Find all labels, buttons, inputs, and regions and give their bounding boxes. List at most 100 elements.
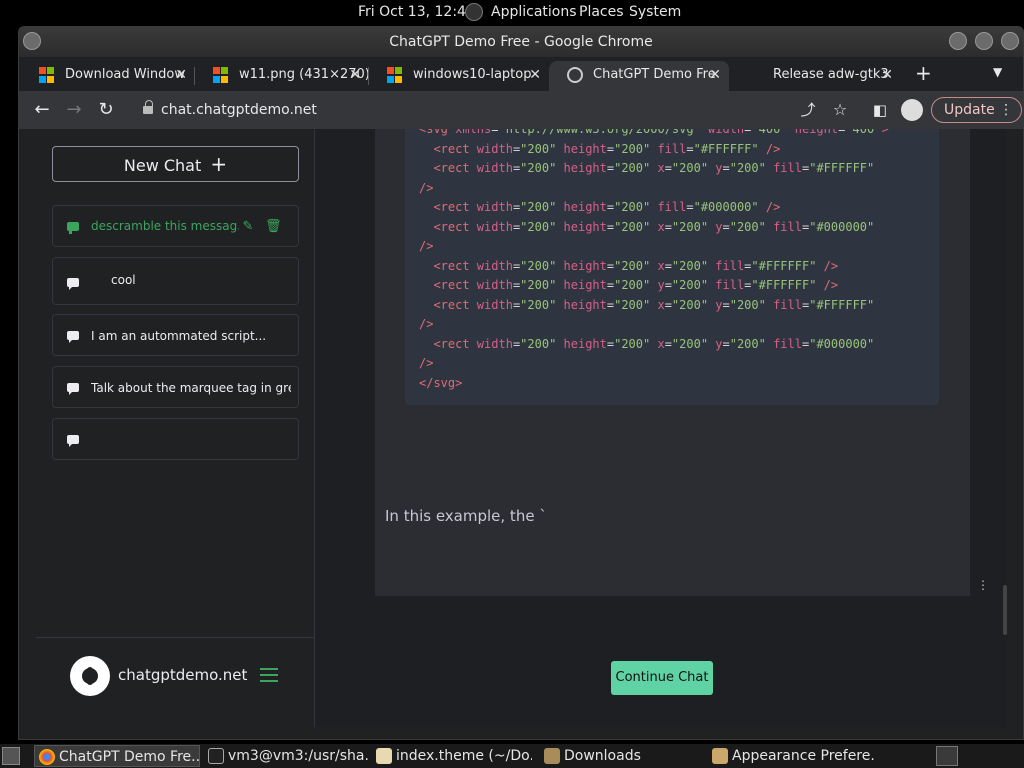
code-token: height bbox=[556, 161, 607, 175]
more-menu-icon: ⋮ bbox=[999, 102, 1014, 118]
chat-bubble-icon bbox=[67, 435, 79, 447]
taskbar-item-text-editor[interactable]: index.theme (~/Do... bbox=[372, 745, 532, 767]
reload-icon[interactable]: ↻ bbox=[95, 99, 117, 121]
chrome-icon bbox=[39, 749, 55, 765]
code-token: "#000000" bbox=[809, 336, 875, 351]
address-bar[interactable]: chat.chatgptdemo.net bbox=[137, 96, 857, 124]
tab-release-adw-gtk3[interactable]: Release adw-gtk3 ✕ bbox=[729, 61, 901, 91]
back-icon[interactable]: ← bbox=[31, 99, 53, 121]
code-token: = bbox=[664, 161, 672, 175]
code-token: "200" bbox=[614, 278, 651, 292]
taskbar-item-appearance[interactable]: Appearance Prefere... bbox=[708, 745, 874, 767]
tab-windows10-laptop[interactable]: windows10-laptop ✕ bbox=[369, 61, 549, 91]
tab-close-icon[interactable]: ✕ bbox=[529, 61, 541, 89]
edit-pencil-icon[interactable]: ✎ bbox=[241, 220, 255, 234]
system-menu[interactable]: System bbox=[629, 4, 681, 20]
code-token: width bbox=[469, 219, 513, 234]
code-token: x bbox=[650, 219, 665, 234]
conversation-item[interactable]: Talk about the marquee tag in gre... bbox=[52, 366, 299, 408]
taskbar-item-downloads[interactable]: Downloads bbox=[540, 745, 700, 767]
code-token: /> bbox=[419, 317, 434, 331]
code-token: <rect bbox=[433, 258, 470, 273]
conversation-label: Talk about the marquee tag in gre... bbox=[91, 381, 291, 395]
tab-search-chevron-icon[interactable]: ▼ bbox=[993, 65, 1002, 79]
code-block: <svg xmlns="http://www.w3.org/2000/svg" … bbox=[405, 129, 939, 405]
maximize-icon[interactable] bbox=[975, 32, 993, 50]
taskbar-item-chrome[interactable]: ChatGPT Demo Fre... bbox=[34, 745, 200, 767]
folder-icon bbox=[544, 748, 560, 764]
site-name: chatgptdemo.net bbox=[118, 666, 248, 684]
code-line: <rect width="200" height="200" x="200" f… bbox=[419, 259, 838, 273]
applications-menu[interactable]: Applications bbox=[491, 4, 577, 20]
code-token: /> bbox=[419, 180, 434, 195]
code-token: fill bbox=[708, 258, 745, 273]
code-token: > bbox=[881, 129, 889, 136]
tab-download-windows[interactable]: Download Window ✕ bbox=[21, 61, 195, 91]
code-token: width bbox=[469, 258, 513, 273]
tab-label: ChatGPT Demo Fre bbox=[593, 67, 716, 82]
minimize-icon[interactable] bbox=[949, 32, 967, 50]
hamburger-menu-icon[interactable] bbox=[260, 668, 278, 682]
chat-bubble-icon bbox=[67, 278, 79, 290]
conversation-item[interactable]: I am an autommated script... bbox=[52, 314, 299, 356]
chat-area: <svg xmlns="http://www.w3.org/2000/svg" … bbox=[315, 129, 1007, 727]
code-token: = bbox=[664, 336, 672, 351]
conversation-item[interactable] bbox=[52, 418, 299, 460]
side-panel-icon[interactable]: ◧ bbox=[869, 99, 891, 121]
clock[interactable]: Fri Oct 13, 12:40 bbox=[358, 4, 475, 20]
applications-menu-icon[interactable] bbox=[465, 3, 483, 21]
profile-avatar-icon[interactable] bbox=[901, 99, 923, 121]
conversation-item[interactable]: descramble this messag... ✎ 🗑 bbox=[52, 205, 299, 247]
code-token: "200" bbox=[671, 297, 709, 312]
tab-close-icon[interactable]: ✕ bbox=[175, 61, 187, 89]
tab-close-icon[interactable]: ✕ bbox=[881, 61, 893, 89]
code-token: xmlns bbox=[447, 129, 492, 136]
code-token: "#FFFFFF" bbox=[809, 297, 875, 312]
places-menu[interactable]: Places bbox=[579, 4, 624, 20]
bookmark-star-icon[interactable]: ☆ bbox=[829, 99, 851, 121]
code-token: width bbox=[469, 141, 513, 156]
code-token: "200" bbox=[729, 336, 766, 351]
lock-icon[interactable] bbox=[143, 100, 153, 115]
message-options-icon[interactable]: ⋮ bbox=[977, 579, 989, 591]
window-titlebar[interactable]: ChatGPT Demo Free - Google Chrome bbox=[19, 27, 1023, 57]
close-window-icon[interactable] bbox=[1001, 32, 1019, 50]
taskbar-label: vm3@vm3:/usr/sha... bbox=[228, 748, 368, 764]
trash-icon[interactable]: 🗑 bbox=[265, 220, 282, 234]
tab-chatgpt-demo[interactable]: ChatGPT Demo Fre ✕ bbox=[549, 61, 729, 91]
code-token: fill bbox=[765, 297, 802, 312]
tab-close-icon[interactable]: ✕ bbox=[709, 61, 721, 89]
conversation-item[interactable]: cool bbox=[52, 257, 299, 305]
code-line: <rect width="200" height="200" x="200" y… bbox=[419, 337, 874, 351]
new-tab-icon[interactable]: + bbox=[915, 61, 932, 85]
workspace-switcher-icon[interactable] bbox=[936, 746, 958, 766]
code-line: /> bbox=[419, 181, 433, 195]
show-desktop-icon[interactable] bbox=[2, 747, 20, 765]
tab-w11-png[interactable]: w11.png (431×270) ✕ bbox=[195, 61, 369, 91]
code-token: = bbox=[686, 141, 694, 156]
update-button[interactable]: Update ⋮ bbox=[931, 97, 1023, 123]
code-token: "200" bbox=[520, 297, 557, 312]
new-chat-button[interactable]: New Chat + bbox=[52, 146, 299, 182]
forward-icon[interactable]: → bbox=[63, 99, 85, 121]
code-token: x bbox=[650, 258, 665, 273]
code-line: /> bbox=[419, 239, 433, 253]
continue-chat-button[interactable]: Continue Chat bbox=[611, 661, 713, 695]
window-title: ChatGPT Demo Free - Google Chrome bbox=[389, 34, 653, 50]
window-menu-icon[interactable] bbox=[23, 32, 41, 50]
tab-close-icon[interactable]: ✕ bbox=[349, 61, 361, 89]
text-editor-icon bbox=[376, 748, 392, 764]
code-token: "200" bbox=[520, 219, 557, 234]
new-chat-label: New Chat bbox=[123, 156, 202, 175]
code-token: "200" bbox=[520, 161, 557, 175]
code-token: = bbox=[664, 258, 672, 273]
share-icon[interactable]: ⤴ bbox=[797, 99, 819, 121]
scrollbar[interactable] bbox=[1003, 585, 1007, 635]
code-token: "200" bbox=[614, 297, 651, 312]
code-token: height bbox=[556, 141, 607, 156]
taskbar-item-terminal[interactable]: vm3@vm3:/usr/sha... bbox=[204, 745, 368, 767]
code-token: <rect bbox=[433, 141, 470, 156]
windows-logo-icon bbox=[39, 67, 55, 83]
globe-icon bbox=[567, 67, 583, 83]
code-token: y bbox=[708, 161, 723, 175]
